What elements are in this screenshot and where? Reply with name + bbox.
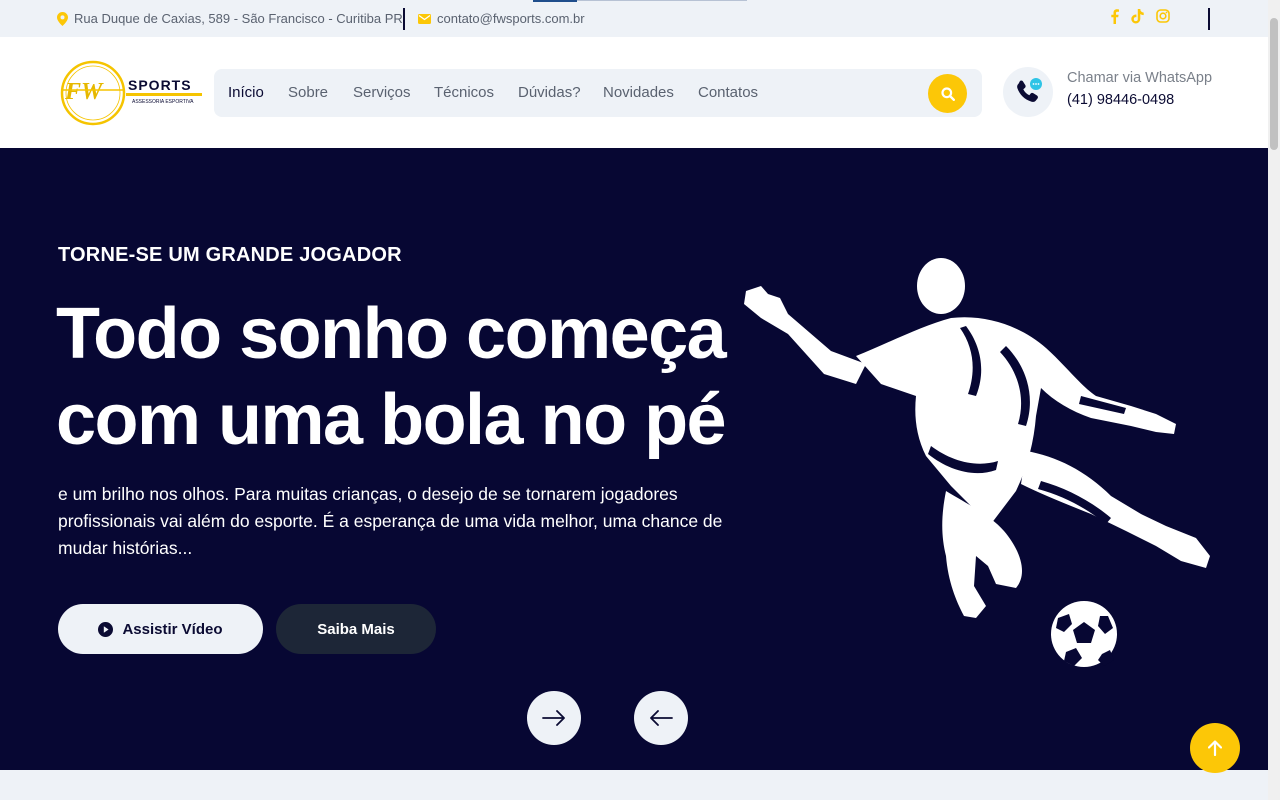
hero-eyebrow: TORNE-SE UM GRANDE JOGADOR [58, 244, 402, 266]
learn-more-button[interactable]: Saiba Mais [276, 604, 436, 654]
email-text[interactable]: contato@fwsports.com.br [437, 11, 585, 26]
logo-mark: FW [64, 79, 104, 105]
hero-lead: e um brilho nos olhos. Para muitas crian… [58, 484, 723, 558]
address-item: Rua Duque de Caxias, 589 - São Francisco… [57, 0, 403, 37]
phone-chat-icon [1017, 78, 1042, 102]
nav-item-inicio[interactable]: Início [228, 69, 264, 117]
arrow-left-icon [650, 710, 673, 726]
nav-item-sobre[interactable]: Sobre [288, 69, 328, 117]
watch-video-label: Assistir Vídeo [122, 620, 223, 638]
arrow-right-icon [542, 710, 565, 726]
soccer-player-illustration [744, 258, 1210, 667]
headline-line-2: com uma bola no pé [56, 380, 727, 460]
address-text: Rua Duque de Caxias, 589 - São Francisco… [74, 11, 403, 26]
top-bar: Rua Duque de Caxias, 589 - São Francisco… [0, 0, 1268, 37]
whatsapp-phone[interactable]: (41) 98446-0498 [1067, 92, 1174, 108]
arrow-up-icon [1208, 740, 1222, 756]
headline-line-1: Todo sonho começa [56, 294, 727, 374]
hero-headline: Todo sonho começa com uma bola no pé [56, 291, 776, 463]
nav-item-duvidas[interactable]: Dúvidas? [518, 69, 581, 117]
logo-text: SPORTS [128, 77, 192, 93]
watch-video-button[interactable]: Assistir Vídeo [58, 604, 263, 654]
facebook-icon[interactable] [1110, 8, 1119, 29]
page-scrollbar[interactable] [1268, 0, 1280, 800]
social-links [1110, 0, 1170, 37]
instagram-icon[interactable] [1156, 9, 1170, 28]
hero-banner: TORNE-SE UM GRANDE JOGADOR Todo sonho co… [0, 148, 1268, 770]
logo-subtext: ASSESSORIA ESPORTIVA [132, 99, 194, 105]
envelope-icon [418, 13, 431, 24]
play-icon [98, 621, 114, 637]
divider [1208, 8, 1210, 30]
search-button[interactable] [928, 74, 967, 113]
next-section-edge [0, 770, 1268, 800]
nav-item-tecnicos[interactable]: Técnicos [434, 69, 494, 117]
map-pin-icon [57, 11, 68, 26]
back-to-top-button[interactable] [1190, 723, 1240, 773]
email-item[interactable]: contato@fwsports.com.br [418, 0, 585, 37]
search-icon [940, 86, 955, 101]
top-indicator-line [577, 0, 747, 1]
scrollbar-thumb[interactable] [1270, 18, 1278, 150]
slider-prev-button[interactable] [634, 691, 688, 745]
whatsapp-button[interactable] [1003, 67, 1053, 117]
main-nav: Início Sobre Serviços Técnicos Dúvidas? … [214, 69, 982, 117]
nav-item-contatos[interactable]: Contatos [698, 69, 758, 117]
whatsapp-label[interactable]: Chamar via WhatsApp [1067, 70, 1212, 86]
tiktok-icon[interactable] [1131, 8, 1144, 29]
nav-item-novidades[interactable]: Novidades [603, 69, 674, 117]
nav-item-servicos[interactable]: Serviços [353, 69, 411, 117]
main-header: FW SPORTS ASSESSORIA ESPORTIVA Início So… [0, 37, 1268, 148]
site-logo[interactable]: FW SPORTS ASSESSORIA ESPORTIVA [60, 59, 205, 129]
divider [403, 8, 405, 30]
slider-next-button[interactable] [527, 691, 581, 745]
